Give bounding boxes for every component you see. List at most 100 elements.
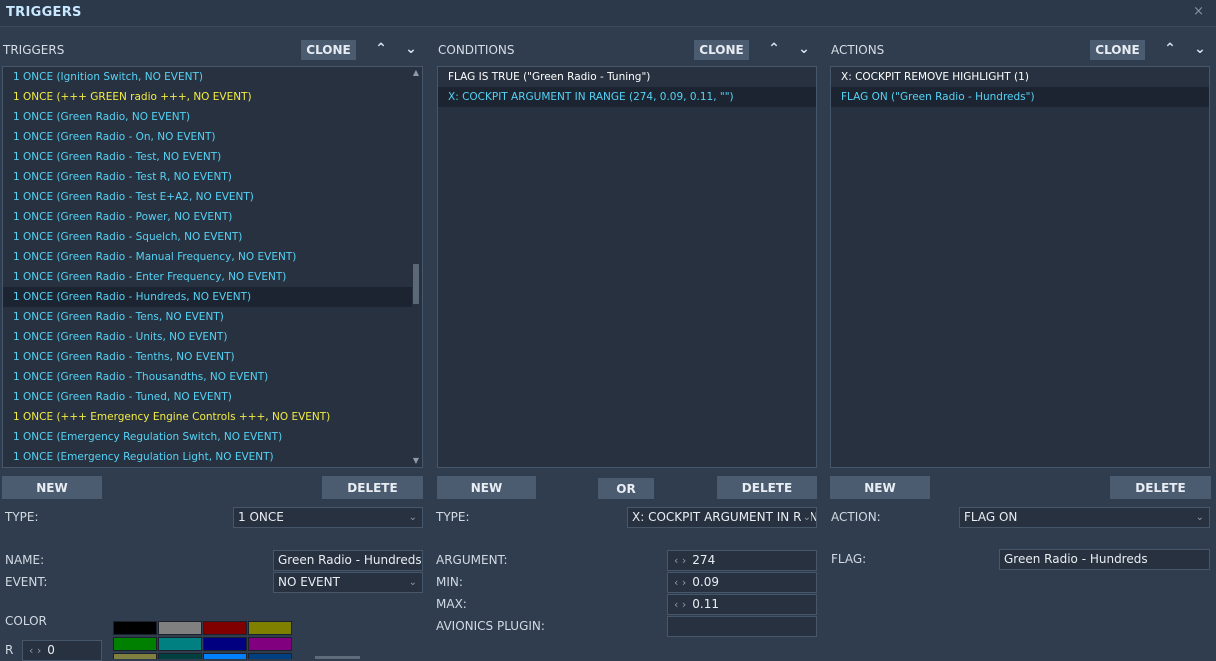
argument-spinner[interactable]: ‹ › 274 <box>667 550 817 571</box>
color-label: COLOR <box>5 614 47 628</box>
spinner-arrows-icon[interactable]: ‹ › <box>674 554 686 567</box>
condition-type-dropdown[interactable]: X: COCKPIT ARGUMENT IN RANGE ⌄ <box>627 507 817 528</box>
conditions-list[interactable]: FLAG IS TRUE ("Green Radio - Tuning") X: … <box>437 66 817 468</box>
list-item[interactable]: 1 ONCE (Green Radio - Power, NO EVENT) <box>3 207 412 227</box>
chevron-down-icon: ⌄ <box>1195 512 1204 523</box>
avionics-plugin-label: AVIONICS PLUGIN: <box>436 619 545 633</box>
list-item[interactable]: 1 ONCE (Emergency Regulation Light, NO E… <box>3 447 412 467</box>
trigger-type-label: TYPE: <box>5 510 39 524</box>
spinner-arrows-icon[interactable]: ‹ › <box>674 598 686 611</box>
triggers-move-down-icon[interactable]: ⌄ <box>403 41 419 57</box>
actions-move-down-icon[interactable]: ⌄ <box>1192 41 1208 57</box>
list-item[interactable]: FLAG IS TRUE ("Green Radio - Tuning") <box>438 67 816 87</box>
triggers-list[interactable]: 1 ONCE (Ignition Switch, NO EVENT) 1 ONCE… <box>2 66 423 468</box>
conditions-delete-button[interactable]: DELETE <box>717 476 817 499</box>
spinner-arrows-icon[interactable]: ‹ › <box>29 644 41 657</box>
list-item[interactable]: 1 ONCE (Green Radio - Test R, NO EVENT) <box>3 167 412 187</box>
chevron-down-icon: ⌄ <box>800 508 811 527</box>
list-item[interactable]: 1 ONCE (+++ Emergency Engine Controls ++… <box>3 407 412 427</box>
color-swatch[interactable] <box>158 621 202 635</box>
action-type-label: ACTION: <box>831 510 881 524</box>
trigger-type-value: 1 ONCE <box>238 510 284 524</box>
list-item[interactable]: 1 ONCE (Emergency Regulation Switch, NO … <box>3 427 412 447</box>
actions-move-up-icon[interactable]: ⌃ <box>1162 41 1178 57</box>
list-item[interactable]: 1 ONCE (Green Radio - Test, NO EVENT) <box>3 147 412 167</box>
list-item[interactable]: X: COCKPIT ARGUMENT IN RANGE (274, 0.09,… <box>438 87 816 107</box>
color-swatch[interactable] <box>203 653 247 659</box>
conditions-new-button[interactable]: NEW <box>437 476 536 499</box>
actions-header: ACTIONS <box>831 43 885 57</box>
list-item[interactable]: FLAG ON ("Green Radio - Hundreds") <box>831 87 1209 107</box>
min-spinner[interactable]: ‹ › 0.09 <box>667 572 817 593</box>
scroll-up-icon[interactable]: ▲ <box>412 68 420 77</box>
max-value: 0.11 <box>692 597 720 611</box>
conditions-move-down-icon[interactable]: ⌄ <box>796 41 812 57</box>
list-item[interactable]: 1 ONCE (Green Radio - Manual Frequency, … <box>3 247 412 267</box>
triggers-new-button[interactable]: NEW <box>2 476 102 499</box>
window-titlebar: TRIGGERS × <box>0 0 1216 27</box>
list-item[interactable]: 1 ONCE (Green Radio - Tuned, NO EVENT) <box>3 387 412 407</box>
flag-input[interactable]: Green Radio - Hundreds <box>999 549 1210 570</box>
action-type-dropdown[interactable]: FLAG ON ⌄ <box>959 507 1210 528</box>
list-item[interactable]: 1 ONCE (Green Radio - Enter Frequency, N… <box>3 267 412 287</box>
list-item[interactable]: 1 ONCE (Green Radio - Test E+A2, NO EVEN… <box>3 187 412 207</box>
conditions-clone-button[interactable]: CLONE <box>694 40 749 60</box>
min-value: 0.09 <box>692 575 720 589</box>
trigger-type-dropdown[interactable]: 1 ONCE ⌄ <box>233 507 423 528</box>
triggers-delete-button[interactable]: DELETE <box>322 476 423 499</box>
min-label: MIN: <box>436 575 463 589</box>
list-item[interactable]: 1 ONCE (Green Radio, NO EVENT) <box>3 107 412 127</box>
chevron-down-icon: ⌄ <box>408 577 417 588</box>
color-r-label: R <box>5 643 14 657</box>
list-item[interactable]: 1 ONCE (Green Radio - On, NO EVENT) <box>3 127 412 147</box>
color-swatch[interactable] <box>248 621 292 635</box>
actions-list[interactable]: X: COCKPIT REMOVE HIGHLIGHT (1) FLAG ON (… <box>830 66 1210 468</box>
color-swatch[interactable] <box>203 637 247 651</box>
flag-label: FLAG: <box>831 552 867 566</box>
argument-label: ARGUMENT: <box>436 553 508 567</box>
color-swatch[interactable] <box>248 653 292 659</box>
list-item[interactable]: 1 ONCE (Green Radio - Hundreds, NO EVENT… <box>3 287 412 307</box>
color-swatch[interactable] <box>158 653 202 659</box>
condition-type-value: X: COCKPIT ARGUMENT IN RANGE <box>632 510 817 524</box>
list-item[interactable]: 1 ONCE (+++ GREEN radio +++, NO EVENT) <box>3 87 412 107</box>
conditions-or-button[interactable]: OR <box>598 478 654 499</box>
trigger-event-label: EVENT: <box>5 575 48 589</box>
triggers-move-up-icon[interactable]: ⌃ <box>373 41 389 57</box>
trigger-event-dropdown[interactable]: NO EVENT ⌄ <box>273 572 423 593</box>
triggers-scroll-thumb[interactable] <box>413 264 419 304</box>
conditions-move-up-icon[interactable]: ⌃ <box>766 41 782 57</box>
triggers-header: TRIGGERS <box>3 43 65 57</box>
close-icon[interactable]: × <box>1193 4 1204 19</box>
list-item[interactable]: X: COCKPIT REMOVE HIGHLIGHT (1) <box>831 67 1209 87</box>
spinner-arrows-icon[interactable]: ‹ › <box>674 576 686 589</box>
color-swatch-grid[interactable] <box>113 621 293 659</box>
condition-type-label: TYPE: <box>436 510 470 524</box>
scroll-down-icon[interactable]: ▼ <box>412 456 420 465</box>
list-item[interactable]: 1 ONCE (Green Radio - Thousandths, NO EV… <box>3 367 412 387</box>
list-item[interactable]: 1 ONCE (Green Radio - Tenths, NO EVENT) <box>3 347 412 367</box>
list-item[interactable]: 1 ONCE (Green Radio - Squelch, NO EVENT) <box>3 227 412 247</box>
color-swatch[interactable] <box>158 637 202 651</box>
color-r-spinner[interactable]: ‹ › 0 <box>22 640 102 661</box>
color-swatch[interactable] <box>113 653 157 659</box>
list-item[interactable]: 1 ONCE (Green Radio - Tens, NO EVENT) <box>3 307 412 327</box>
avionics-plugin-input[interactable] <box>667 616 817 637</box>
color-swatch[interactable] <box>113 637 157 651</box>
triggers-scrollbar[interactable]: ▲ ▼ <box>412 68 420 466</box>
actions-clone-button[interactable]: CLONE <box>1090 40 1145 60</box>
color-swatch[interactable] <box>203 621 247 635</box>
trigger-name-input[interactable]: Green Radio - Hundreds <box>273 550 423 571</box>
color-swatch[interactable] <box>113 621 157 635</box>
triggers-clone-button[interactable]: CLONE <box>301 40 356 60</box>
trigger-event-value: NO EVENT <box>278 575 340 589</box>
list-item[interactable]: 1 ONCE (Green Radio - Units, NO EVENT) <box>3 327 412 347</box>
list-item[interactable]: 1 ONCE (Ignition Switch, NO EVENT) <box>3 67 412 87</box>
window-title: TRIGGERS <box>6 5 82 20</box>
actions-delete-button[interactable]: DELETE <box>1110 476 1211 499</box>
color-swatch[interactable] <box>248 637 292 651</box>
argument-value: 274 <box>692 553 716 567</box>
chevron-down-icon: ⌄ <box>408 512 417 523</box>
max-spinner[interactable]: ‹ › 0.11 <box>667 594 817 615</box>
actions-new-button[interactable]: NEW <box>830 476 930 499</box>
